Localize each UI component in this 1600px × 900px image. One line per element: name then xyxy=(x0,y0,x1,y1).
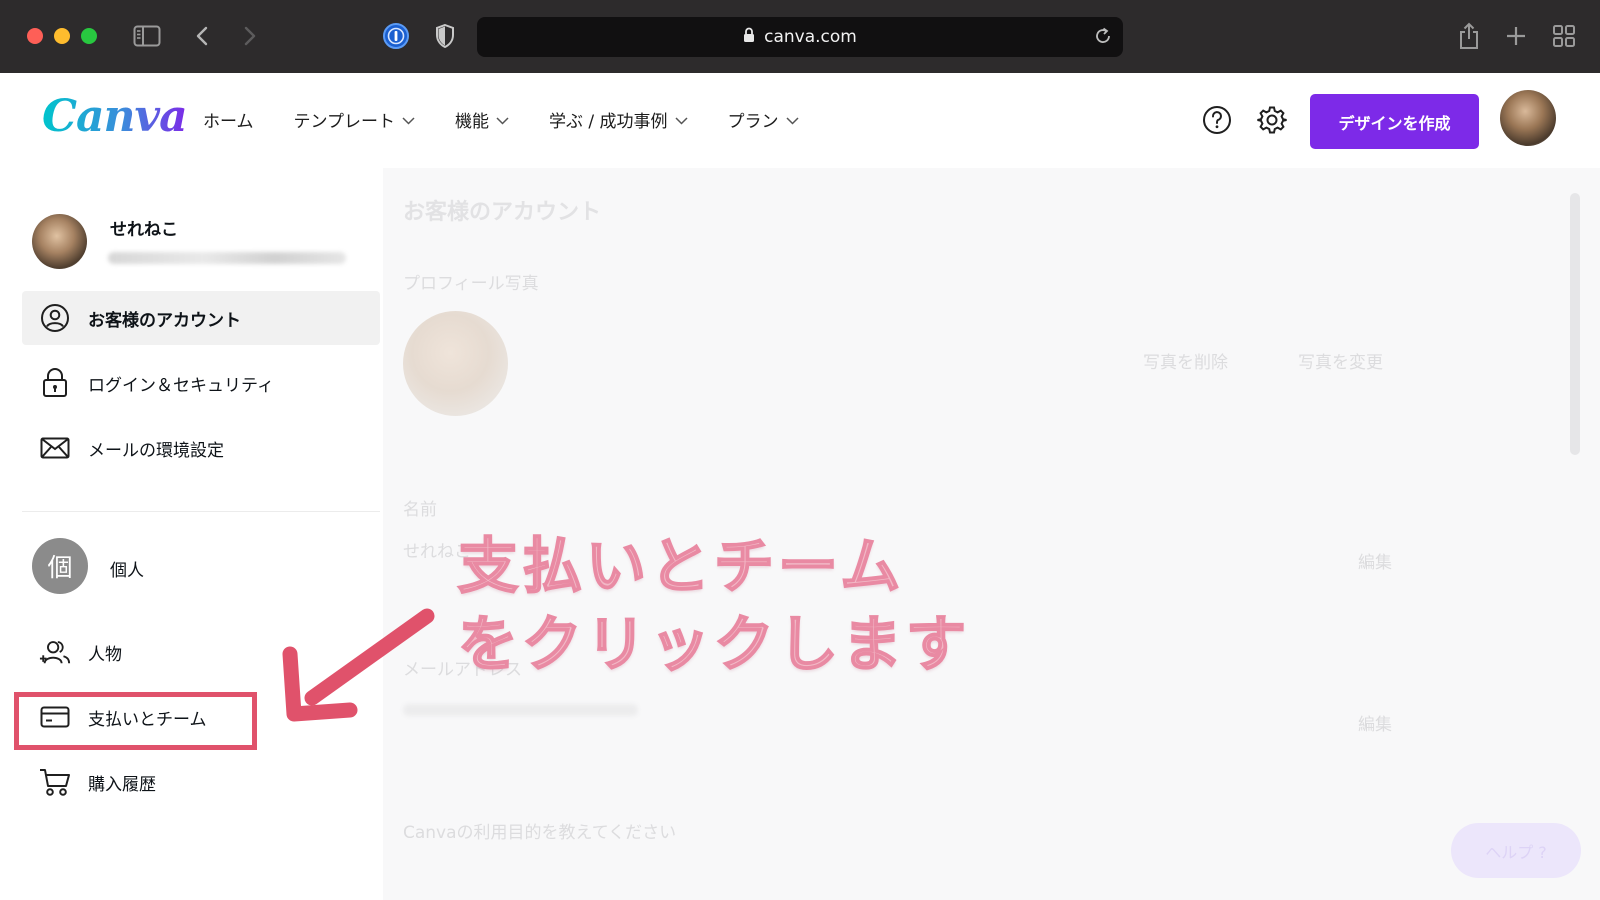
delete-photo-button[interactable]: 写真を削除 xyxy=(1143,348,1228,373)
address-bar[interactable]: canva.com xyxy=(477,17,1123,57)
settings-sidebar: せれねこ お客様のアカウント ログイン＆セキュリティ メールの環境設定 個 個人… xyxy=(0,168,383,900)
edit-name-button[interactable]: 編集 xyxy=(1358,548,1392,573)
nav-label: プラン xyxy=(727,112,779,132)
chevron-down-icon xyxy=(402,110,415,130)
profile-name: せれねこ xyxy=(110,220,178,240)
browser-toolbar: canva.com xyxy=(0,0,1600,73)
canva-logo[interactable]: Canva xyxy=(42,91,188,142)
team-badge[interactable]: 個 xyxy=(32,538,88,594)
close-window-button[interactable] xyxy=(27,28,43,44)
create-design-button[interactable]: デザインを作成 xyxy=(1310,94,1479,149)
minimize-window-button[interactable] xyxy=(54,28,70,44)
sidebar-item-label: ログイン＆セキュリティ xyxy=(88,375,274,396)
main-nav: ホーム テンプレート 機能 学ぶ / 成功事例 プラン xyxy=(203,107,839,132)
usage-purpose-label: Canvaの利用目的を教えてください xyxy=(403,823,677,843)
annotation-arrow-icon xyxy=(282,608,435,722)
tab-overview-icon[interactable] xyxy=(1549,20,1579,52)
profile-avatar xyxy=(32,214,87,269)
sidebar-divider xyxy=(22,511,380,512)
sidebar-toggle-icon[interactable] xyxy=(131,20,163,52)
lock-icon xyxy=(743,27,755,48)
edit-email-button[interactable]: 編集 xyxy=(1358,710,1392,735)
name-label: 名前 xyxy=(403,500,437,520)
mail-icon xyxy=(39,432,71,464)
nav-home[interactable]: ホーム xyxy=(203,107,254,132)
chevron-down-icon xyxy=(786,110,799,130)
nav-label: 学ぶ / 成功事例 xyxy=(549,112,668,132)
profile-email-blurred xyxy=(108,252,346,264)
people-add-icon xyxy=(39,636,71,668)
sidebar-item-login-security[interactable]: ログイン＆セキュリティ xyxy=(22,356,380,410)
shield-icon[interactable] xyxy=(432,20,458,52)
annotation-line-2: をクリックします xyxy=(457,609,970,681)
sidebar-item-email-preferences[interactable]: メールの環境設定 xyxy=(22,421,380,475)
sidebar-item-label: 購入履歴 xyxy=(88,774,156,795)
nav-label: ホーム xyxy=(203,112,254,132)
chevron-down-icon xyxy=(496,110,509,130)
nav-features[interactable]: 機能 xyxy=(455,107,509,132)
page-title: お客様のアカウント xyxy=(403,200,602,225)
cart-icon xyxy=(39,766,71,798)
profile-photo-label: プロフィール写真 xyxy=(403,274,539,294)
profile-photo xyxy=(403,311,508,416)
back-icon[interactable] xyxy=(190,20,214,52)
sidebar-item-label: メールの環境設定 xyxy=(88,440,224,461)
nav-label: 機能 xyxy=(455,112,489,132)
annotation-line-1: 支払いとチーム xyxy=(457,531,905,603)
site-header: Canva ホーム テンプレート 機能 学ぶ / 成功事例 プラン デザインを作… xyxy=(0,73,1600,168)
avatar[interactable] xyxy=(1500,90,1556,146)
nav-plans[interactable]: プラン xyxy=(728,107,799,132)
user-circle-icon xyxy=(39,302,71,334)
lock-icon xyxy=(39,367,71,399)
zoom-window-button[interactable] xyxy=(81,28,97,44)
forward-icon[interactable] xyxy=(238,20,262,52)
chevron-down-icon xyxy=(675,110,688,130)
sidebar-item-account[interactable]: お客様のアカウント xyxy=(22,291,380,345)
highlight-box xyxy=(14,692,257,750)
help-button[interactable]: ヘルプ ? xyxy=(1451,823,1581,878)
nav-label: テンプレート xyxy=(293,112,396,132)
sidebar-item-purchase-history[interactable]: 購入履歴 xyxy=(22,755,380,809)
url-text: canva.com xyxy=(764,27,857,47)
scrollbar[interactable] xyxy=(1570,193,1580,455)
reload-icon[interactable] xyxy=(1093,26,1113,51)
sidebar-item-label: 人物 xyxy=(88,644,122,665)
team-label[interactable]: 個人 xyxy=(110,556,144,581)
new-tab-icon[interactable] xyxy=(1502,20,1530,52)
sidebar-item-label: お客様のアカウント xyxy=(88,310,241,331)
nav-learn[interactable]: 学ぶ / 成功事例 xyxy=(549,107,688,132)
help-icon[interactable] xyxy=(1202,105,1232,139)
share-icon[interactable] xyxy=(1455,20,1483,52)
nav-templates[interactable]: テンプレート xyxy=(294,107,416,132)
password-manager-icon[interactable] xyxy=(381,20,411,52)
change-photo-button[interactable]: 写真を変更 xyxy=(1298,348,1383,373)
gear-icon[interactable] xyxy=(1257,105,1287,139)
